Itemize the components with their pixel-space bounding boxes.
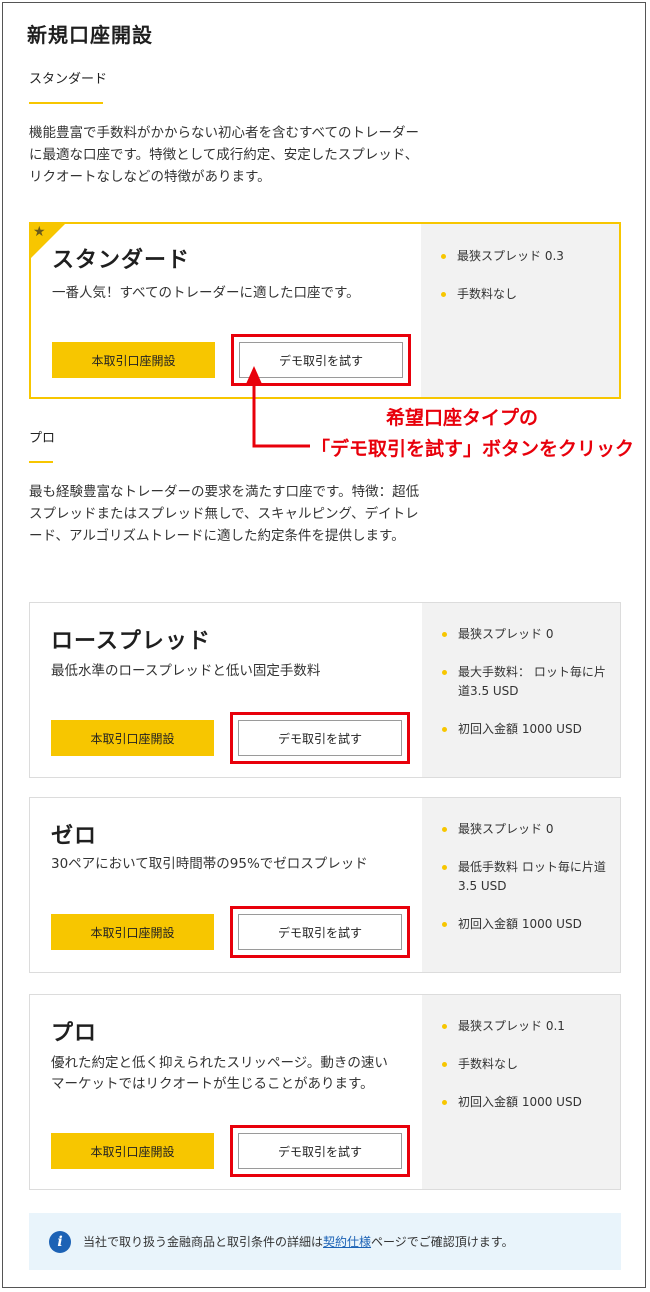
feature-item: 最低手数料 ロット毎に片道3.5 USD	[442, 858, 612, 896]
account-card-pro: プロ 優れた約定と低く抑えられたスリッページ。動きの速いマーケットではリクオート…	[29, 994, 621, 1190]
feature-item: 最狭スプレッド 0	[442, 625, 612, 644]
section-underline	[29, 102, 103, 104]
feature-item: 初回入金額 1000 USD	[442, 1093, 612, 1112]
section-title-standard: スタンダード	[29, 72, 108, 87]
annotation-text-line1: 希望口座タイプの	[386, 407, 539, 429]
feature-item: 最狭スプレッド 0.3	[441, 247, 611, 266]
open-real-account-button[interactable]: 本取引口座開設	[51, 914, 214, 950]
account-card-standard: ★ スタンダード 一番人気！すべてのトレーダーに適した口座です。 本取引口座開設…	[29, 222, 621, 399]
section-description-standard: 機能豊富で手数料がかからない初心者を含むすべてのトレーダーに最適な口座です。特徴…	[29, 125, 420, 185]
features-panel: 最狭スプレッド 0 最低手数料 ロット毎に片道3.5 USD 初回入金額 100…	[422, 798, 620, 972]
open-real-account-button[interactable]: 本取引口座開設	[51, 1133, 214, 1169]
section-description-pro: 最も経験豊富なトレーダーの要求を満たす口座です。特徴：超低スプレッドまたはスプレ…	[29, 484, 420, 544]
try-demo-button[interactable]: デモ取引を試す	[238, 720, 402, 756]
feature-item: 手数料なし	[442, 1055, 612, 1074]
card-description: 30ペアにおいて取引時間帯の95%でゼロスプレッド	[51, 856, 368, 872]
annotation-arrow	[246, 366, 310, 448]
open-real-account-button[interactable]: 本取引口座開設	[52, 342, 215, 378]
star-icon: ★	[33, 224, 46, 240]
feature-item: 最狭スプレッド 0	[442, 820, 612, 839]
card-title: ロースプレッド	[51, 629, 211, 654]
card-description: 一番人気！すべてのトレーダーに適した口座です。	[52, 285, 360, 301]
info-notice: i 当社で取り扱う金融商品と取引条件の詳細は契約仕様ページでご確認頂けます。	[29, 1213, 621, 1270]
feature-item: 手数料なし	[441, 285, 611, 304]
annotation-text-line2: 「デモ取引を試す」ボタンをクリック	[311, 438, 635, 460]
contract-specs-link[interactable]: 契約仕様	[323, 1235, 371, 1249]
demo-button-highlight: デモ取引を試す	[230, 906, 410, 958]
page-title: 新規口座開設	[27, 23, 153, 47]
try-demo-button[interactable]: デモ取引を試す	[238, 914, 402, 950]
card-description: 最低水準のロースプレッドと低い固定手数料	[51, 663, 321, 679]
info-text: 当社で取り扱う金融商品と取引条件の詳細は契約仕様ページでご確認頂けます。	[83, 1235, 514, 1249]
open-real-account-button[interactable]: 本取引口座開設	[51, 720, 214, 756]
feature-item: 最狭スプレッド 0.1	[442, 1017, 612, 1036]
account-card-zero: ゼロ 30ペアにおいて取引時間帯の95%でゼロスプレッド 本取引口座開設 デモ取…	[29, 797, 621, 973]
feature-item: 最大手数料： ロット毎に片道3.5 USD	[442, 663, 612, 701]
demo-button-highlight: デモ取引を試す	[230, 1125, 410, 1177]
card-title: プロ	[51, 1021, 98, 1046]
features-panel: 最狭スプレッド 0.3 手数料なし	[421, 224, 619, 397]
features-panel: 最狭スプレッド 0 最大手数料： ロット毎に片道3.5 USD 初回入金額 10…	[422, 603, 620, 777]
feature-item: 初回入金額 1000 USD	[442, 915, 612, 934]
section-underline	[29, 461, 53, 463]
try-demo-button[interactable]: デモ取引を試す	[238, 1133, 402, 1169]
features-panel: 最狭スプレッド 0.1 手数料なし 初回入金額 1000 USD	[422, 995, 620, 1189]
card-title: ゼロ	[51, 824, 98, 849]
account-card-low-spread: ロースプレッド 最低水準のロースプレッドと低い固定手数料 本取引口座開設 デモ取…	[29, 602, 621, 778]
card-title: スタンダード	[52, 248, 191, 273]
info-icon: i	[49, 1231, 71, 1253]
section-title-pro: プロ	[29, 431, 56, 446]
demo-button-highlight: デモ取引を試す	[230, 712, 410, 764]
feature-item: 初回入金額 1000 USD	[442, 720, 612, 739]
card-description: 優れた約定と低く抑えられたスリッページ。動きの速いマーケットではリクオートが生じ…	[51, 1055, 388, 1092]
